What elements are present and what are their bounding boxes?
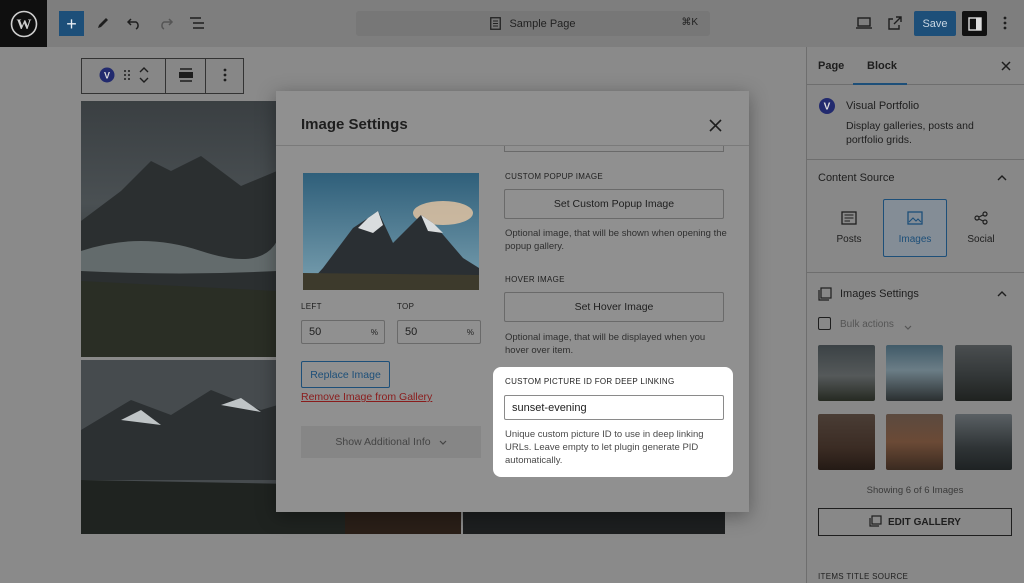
custom-popup-help: Optional image, that will be shown when … <box>505 228 727 252</box>
top-unit: % <box>466 327 474 337</box>
images-icon <box>907 211 923 228</box>
gallery-image[interactable] <box>345 512 461 534</box>
deep-link-input[interactable]: sunset-evening <box>504 395 724 420</box>
source-label: Posts <box>836 234 862 245</box>
external-preview-icon[interactable] <box>886 14 904 32</box>
more-options-icon[interactable] <box>998 14 1012 32</box>
chevron-down-icon <box>904 321 912 333</box>
top-position-input[interactable]: 50 % <box>397 320 481 344</box>
save-button[interactable]: Save <box>914 11 956 36</box>
images-settings-title[interactable]: Images Settings <box>840 288 919 300</box>
gallery-thumbnail[interactable] <box>886 414 943 470</box>
posts-icon <box>841 211 857 228</box>
close-icon[interactable] <box>707 117 723 133</box>
source-label: Social <box>967 234 995 245</box>
block-options-button[interactable] <box>206 59 243 93</box>
add-block-button[interactable]: + <box>59 11 84 36</box>
gallery-thumbnail[interactable] <box>955 345 1012 401</box>
replace-image-button[interactable]: Replace Image <box>301 361 390 388</box>
block-icon: V <box>818 97 836 118</box>
hover-image-label: HOVER IMAGE <box>505 275 565 284</box>
left-value: 50 <box>309 326 322 338</box>
source-social-button[interactable]: Social <box>949 199 1013 257</box>
view-desktop-icon[interactable] <box>855 14 873 32</box>
chevron-up-icon[interactable] <box>996 288 1008 300</box>
custom-popup-label: CUSTOM POPUP IMAGE <box>505 172 604 181</box>
set-custom-popup-image-button[interactable]: Set Custom Popup Image <box>504 189 724 219</box>
page-icon <box>490 17 502 30</box>
undo-icon[interactable] <box>125 14 143 32</box>
divider <box>806 159 1024 160</box>
block-toolbar: V <box>81 58 244 94</box>
social-icon <box>974 211 988 228</box>
top-label: TOP <box>397 302 415 311</box>
items-title-source-label: ITEMS TITLE SOURCE <box>818 572 909 581</box>
align-button[interactable] <box>166 59 206 93</box>
align-wide-icon <box>178 67 194 85</box>
gallery-thumbnail[interactable] <box>955 414 1012 470</box>
gallery-image[interactable] <box>463 512 725 534</box>
divider <box>806 272 1024 273</box>
set-hover-image-button[interactable]: Set Hover Image <box>504 292 724 322</box>
edit-gallery-button[interactable]: EDIT GALLERY <box>818 508 1012 536</box>
remove-image-link[interactable]: Remove Image from Gallery <box>301 391 432 403</box>
gallery-icon <box>869 514 882 530</box>
left-unit: % <box>370 327 378 337</box>
block-switcher[interactable]: V <box>82 59 166 93</box>
gallery-thumbnail[interactable] <box>818 414 875 470</box>
redo-icon[interactable] <box>157 14 175 32</box>
tab-block[interactable]: Block <box>867 60 897 72</box>
left-position-input[interactable]: 50 % <box>301 320 385 344</box>
gallery-image[interactable] <box>81 101 277 357</box>
source-posts-button[interactable]: Posts <box>817 199 881 257</box>
gallery-thumbnail[interactable] <box>818 345 875 401</box>
active-tab-indicator <box>853 83 907 85</box>
pencil-icon[interactable] <box>94 14 112 32</box>
close-sidebar-icon[interactable] <box>999 59 1013 73</box>
more-vertical-icon <box>223 68 227 85</box>
content-source-title[interactable]: Content Source <box>818 172 894 184</box>
svg-text:V: V <box>103 70 109 80</box>
settings-panel-icon[interactable] <box>962 11 987 36</box>
document-title: Sample Page <box>509 17 576 30</box>
deep-link-label: CUSTOM PICTURE ID FOR DEEP LINKING <box>505 377 675 386</box>
shortcut-hint: ⌘K <box>681 17 698 28</box>
source-images-button[interactable]: Images <box>883 199 947 257</box>
modal-title: Image Settings <box>301 116 408 133</box>
chevron-down-icon <box>439 436 447 448</box>
visual-portfolio-icon: V <box>99 67 115 86</box>
command-palette-bar[interactable]: Sample Page ⌘K <box>356 11 710 36</box>
move-up-down-icon[interactable] <box>139 66 149 87</box>
bulk-actions-select[interactable]: Bulk actions <box>840 319 894 330</box>
gallery-settings-icon <box>818 287 832 304</box>
select-all-checkbox[interactable] <box>818 317 831 330</box>
svg-text:V: V <box>824 102 831 113</box>
drag-handle-icon[interactable] <box>123 69 131 84</box>
image-preview[interactable] <box>303 173 479 290</box>
previous-field-edge <box>504 146 724 152</box>
chevron-up-icon[interactable] <box>996 172 1008 184</box>
gallery-thumbnail[interactable] <box>886 345 943 401</box>
edit-gallery-label: EDIT GALLERY <box>888 516 961 528</box>
svg-text:W: W <box>16 17 31 33</box>
document-overview-icon[interactable] <box>188 14 206 32</box>
source-label: Images <box>898 234 932 245</box>
tab-page[interactable]: Page <box>818 60 844 72</box>
block-description: Display galleries, posts and portfolio g… <box>846 120 974 146</box>
images-count: Showing 6 of 6 Images <box>866 485 964 496</box>
left-label: LEFT <box>301 302 322 311</box>
wordpress-logo-icon[interactable]: W <box>0 0 47 47</box>
deep-link-help: Unique custom picture ID to use in deep … <box>505 429 704 466</box>
show-additional-info-button[interactable]: Show Additional Info <box>301 426 481 458</box>
show-additional-info-label: Show Additional Info <box>335 436 431 448</box>
block-name: Visual Portfolio <box>846 100 920 112</box>
top-value: 50 <box>405 326 418 338</box>
hover-image-help: Optional image, that will be displayed w… <box>505 332 706 356</box>
